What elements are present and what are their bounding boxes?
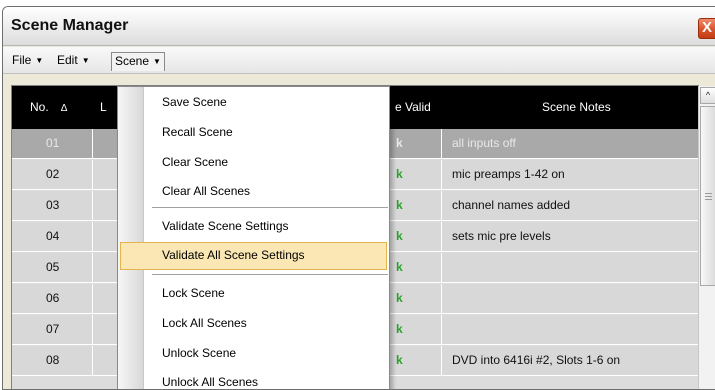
scene-valid: k	[396, 353, 403, 367]
menu-file[interactable]: File ▼	[9, 52, 46, 71]
vertical-scrollbar[interactable]: ^	[698, 86, 715, 389]
menu-item-validate-all-scene-settings[interactable]: Validate All Scene Settings	[120, 242, 387, 270]
menu-item-validate-scene-settings[interactable]: Validate Scene Settings	[120, 213, 387, 241]
menu-item-clear-all-scenes[interactable]: Clear All Scenes	[120, 178, 387, 206]
sort-ascending-icon: Δ	[60, 103, 68, 114]
menu-edit[interactable]: Edit ▼	[54, 52, 93, 71]
menu-scene-label: Scene	[115, 54, 150, 68]
scene-valid: k	[396, 291, 403, 305]
scene-valid: k	[396, 229, 403, 243]
close-button[interactable]: X	[698, 18, 715, 39]
scene-valid: k	[396, 136, 403, 150]
scene-notes[interactable]: channel names added	[452, 191, 570, 221]
column-header-notes[interactable]: Scene Notes	[542, 86, 611, 129]
scene-number: 02	[46, 167, 60, 181]
scene-notes[interactable]: mic preamps 1-42 on	[452, 160, 565, 190]
menu-item-lock-all-scenes[interactable]: Lock All Scenes	[120, 310, 387, 338]
scene-number: 01	[46, 136, 60, 150]
grip-icon	[705, 193, 712, 194]
scene-notes[interactable]: sets mic pre levels	[452, 222, 551, 252]
close-icon: X	[701, 19, 712, 36]
scene-number: 06	[46, 291, 60, 305]
menu-item-unlock-all-scenes[interactable]: Unlock All Scenes	[120, 369, 387, 389]
window-title: Scene Manager	[11, 17, 129, 34]
menu-item-lock-scene[interactable]: Lock Scene	[120, 280, 387, 308]
scene-dropdown-menu: Save Scene Recall Scene Clear Scene Clea…	[117, 86, 390, 389]
scroll-up-button[interactable]: ^	[700, 87, 715, 104]
menu-bar: File ▼ Edit ▼ Scene ▼	[3, 47, 715, 74]
menu-edit-label: Edit	[57, 53, 78, 67]
menu-scene[interactable]: Scene ▼	[111, 52, 165, 71]
chevron-down-icon: ▼	[81, 56, 90, 65]
scene-valid: k	[396, 322, 403, 336]
scene-valid: k	[396, 167, 403, 181]
menu-file-label: File	[12, 53, 32, 67]
menu-separator	[152, 274, 388, 276]
scene-valid: k	[396, 260, 403, 274]
menu-item-save-scene[interactable]: Save Scene	[120, 89, 387, 117]
scene-number: 05	[46, 260, 60, 274]
chevron-down-icon: ▼	[153, 57, 161, 66]
scene-notes[interactable]: DVD into 6416i #2, Slots 1-6 on	[452, 346, 620, 376]
scene-number: 08	[46, 353, 60, 367]
chevron-up-icon: ^	[705, 90, 711, 100]
scroll-thumb[interactable]	[700, 106, 715, 286]
menu-item-clear-scene[interactable]: Clear Scene	[120, 149, 387, 177]
scene-number: 03	[46, 198, 60, 212]
scene-number: 07	[46, 322, 60, 336]
chevron-down-icon: ▼	[35, 56, 44, 65]
scene-notes[interactable]: all inputs off	[452, 129, 516, 159]
column-header-no[interactable]: No. Δ	[30, 86, 67, 129]
grip-icon	[705, 196, 712, 197]
scene-manager-window: Scene Manager X File ▼ Edit ▼ Scene ▼ No. Δ …	[2, 6, 715, 390]
grip-icon	[705, 199, 712, 200]
column-header-label[interactable]: L	[100, 86, 107, 129]
column-header-no-label: No.	[30, 100, 49, 114]
scene-valid: k	[396, 198, 403, 212]
title-bar[interactable]: Scene Manager X	[3, 7, 715, 46]
menu-item-recall-scene[interactable]: Recall Scene	[120, 119, 387, 147]
column-header-valid[interactable]: e Valid	[395, 86, 431, 129]
menu-item-unlock-scene[interactable]: Unlock Scene	[120, 340, 387, 368]
menu-separator	[152, 207, 388, 209]
scene-number: 04	[46, 229, 60, 243]
